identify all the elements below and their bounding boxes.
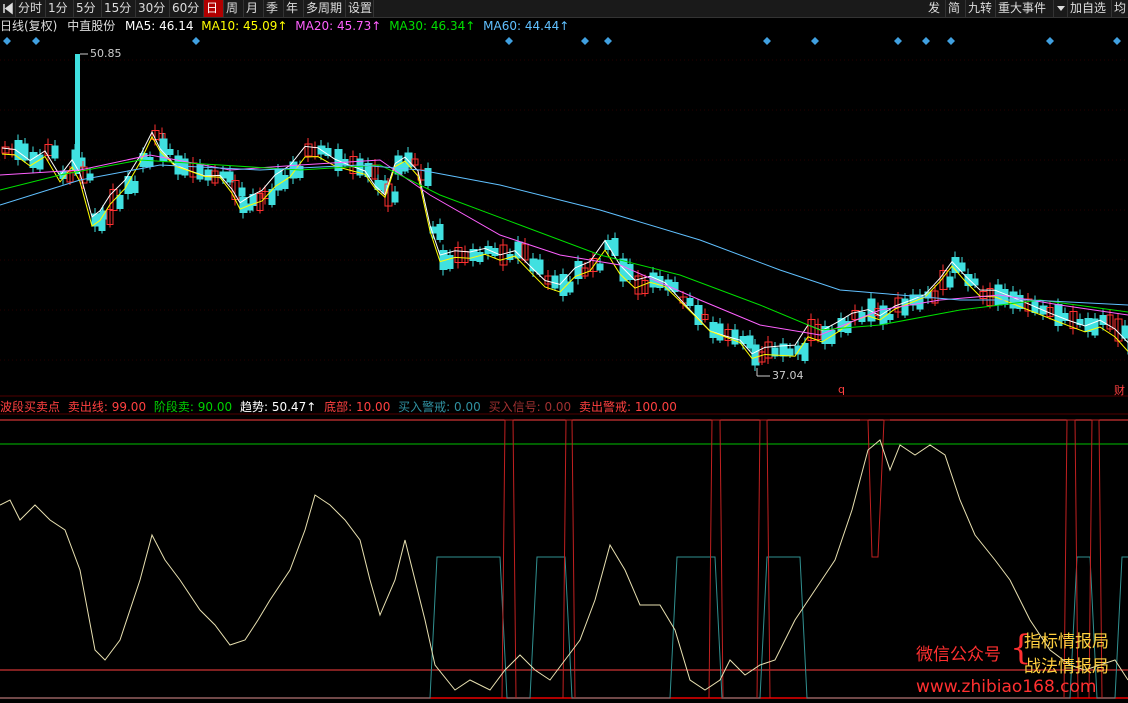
signal-diamond-icon: [947, 37, 955, 45]
signal-diamond-icon: [604, 37, 612, 45]
candle-body: [391, 191, 399, 203]
signal-diamond-icon: [811, 37, 819, 45]
candle-body: [716, 323, 724, 341]
candle-body: [596, 263, 604, 271]
candle-body: [739, 336, 748, 344]
candle-body: [751, 344, 760, 366]
candle-body: [239, 197, 248, 213]
financial-marker: 财: [1114, 384, 1125, 397]
legend-bottom: 底部: 10.00: [324, 400, 391, 414]
legend-buy-signal: 买入信号: 0.00: [488, 400, 572, 414]
signal-diamond-icon: [894, 37, 902, 45]
signal-diamond-icon: [922, 37, 930, 45]
candle-body: [971, 278, 979, 286]
candle-body: [536, 259, 544, 275]
legend-sell-line: 卖出线: 99.00: [67, 400, 147, 414]
sell-warning-spike: [756, 419, 771, 699]
kline-chart[interactable]: [0, 0, 1128, 703]
low-price-label: 37.04: [772, 369, 804, 382]
legend-sell-warning: 卖出警戒: 100.00: [579, 400, 677, 414]
candle-body: [374, 180, 383, 190]
signal-diamond-icon: [3, 37, 11, 45]
watermark-line2: 战法情报局: [1024, 657, 1109, 677]
legend-stage-sell: 阶段卖: 90.00: [153, 400, 233, 414]
candle-body: [514, 241, 523, 259]
candle-body: [238, 187, 246, 197]
candle-body: [21, 143, 29, 161]
watermark-url: www.zhibiao168.com: [916, 677, 1097, 697]
candle-body: [551, 275, 559, 289]
high-price-label: 50.85: [90, 47, 122, 60]
candle-body: [131, 181, 139, 193]
indicator-name: 波段买卖点: [0, 400, 61, 414]
ma30-line: [0, 159, 1128, 331]
candle-body: [946, 276, 954, 288]
legend-buy-warning: 买入警戒: 0.00: [398, 400, 481, 414]
sell-warning-spike: [501, 419, 517, 699]
ma20-line: [0, 154, 1128, 336]
signal-diamond-icon: [192, 37, 200, 45]
signal-diamond-icon: [1113, 37, 1121, 45]
q-marker: q: [838, 383, 845, 396]
signal-diamond-icon: [763, 37, 771, 45]
sell-warning-spike: [562, 419, 576, 699]
candle-body: [436, 224, 444, 240]
candle-body: [709, 322, 718, 338]
spike-candle: [75, 54, 80, 174]
candle-body: [686, 298, 694, 306]
candle-body: [1001, 289, 1009, 305]
candle-body: [166, 149, 174, 155]
candle-body: [786, 348, 794, 356]
watermark-line1: 指标情报局: [1024, 632, 1109, 652]
sell-warning-dip: [860, 419, 890, 558]
ma10-line: [1, 135, 1128, 360]
candle-body: [886, 314, 894, 320]
candle-body: [1121, 325, 1128, 339]
candle-body: [51, 145, 59, 159]
candle-body: [801, 343, 809, 361]
indicator-legend: 波段买卖点 卖出线: 99.00 阶段卖: 90.00 趋势: 50.47↑ 底…: [0, 399, 677, 415]
candle-body: [116, 195, 124, 209]
sell-warning-spike: [708, 419, 724, 699]
legend-trend: 趋势: 50.47↑: [239, 400, 317, 414]
signal-diamond-icon: [1046, 37, 1054, 45]
candle-body: [146, 157, 154, 167]
candle-body: [36, 154, 44, 170]
watermark-wechat: 微信公众号: [916, 645, 1001, 665]
candle-body: [476, 252, 484, 262]
candle-body: [446, 255, 454, 269]
signal-diamond-icon: [32, 37, 40, 45]
signal-diamond-icon: [581, 37, 589, 45]
candle-body: [86, 173, 94, 181]
signal-diamond-icon: [505, 37, 513, 45]
candle-body: [204, 169, 213, 181]
